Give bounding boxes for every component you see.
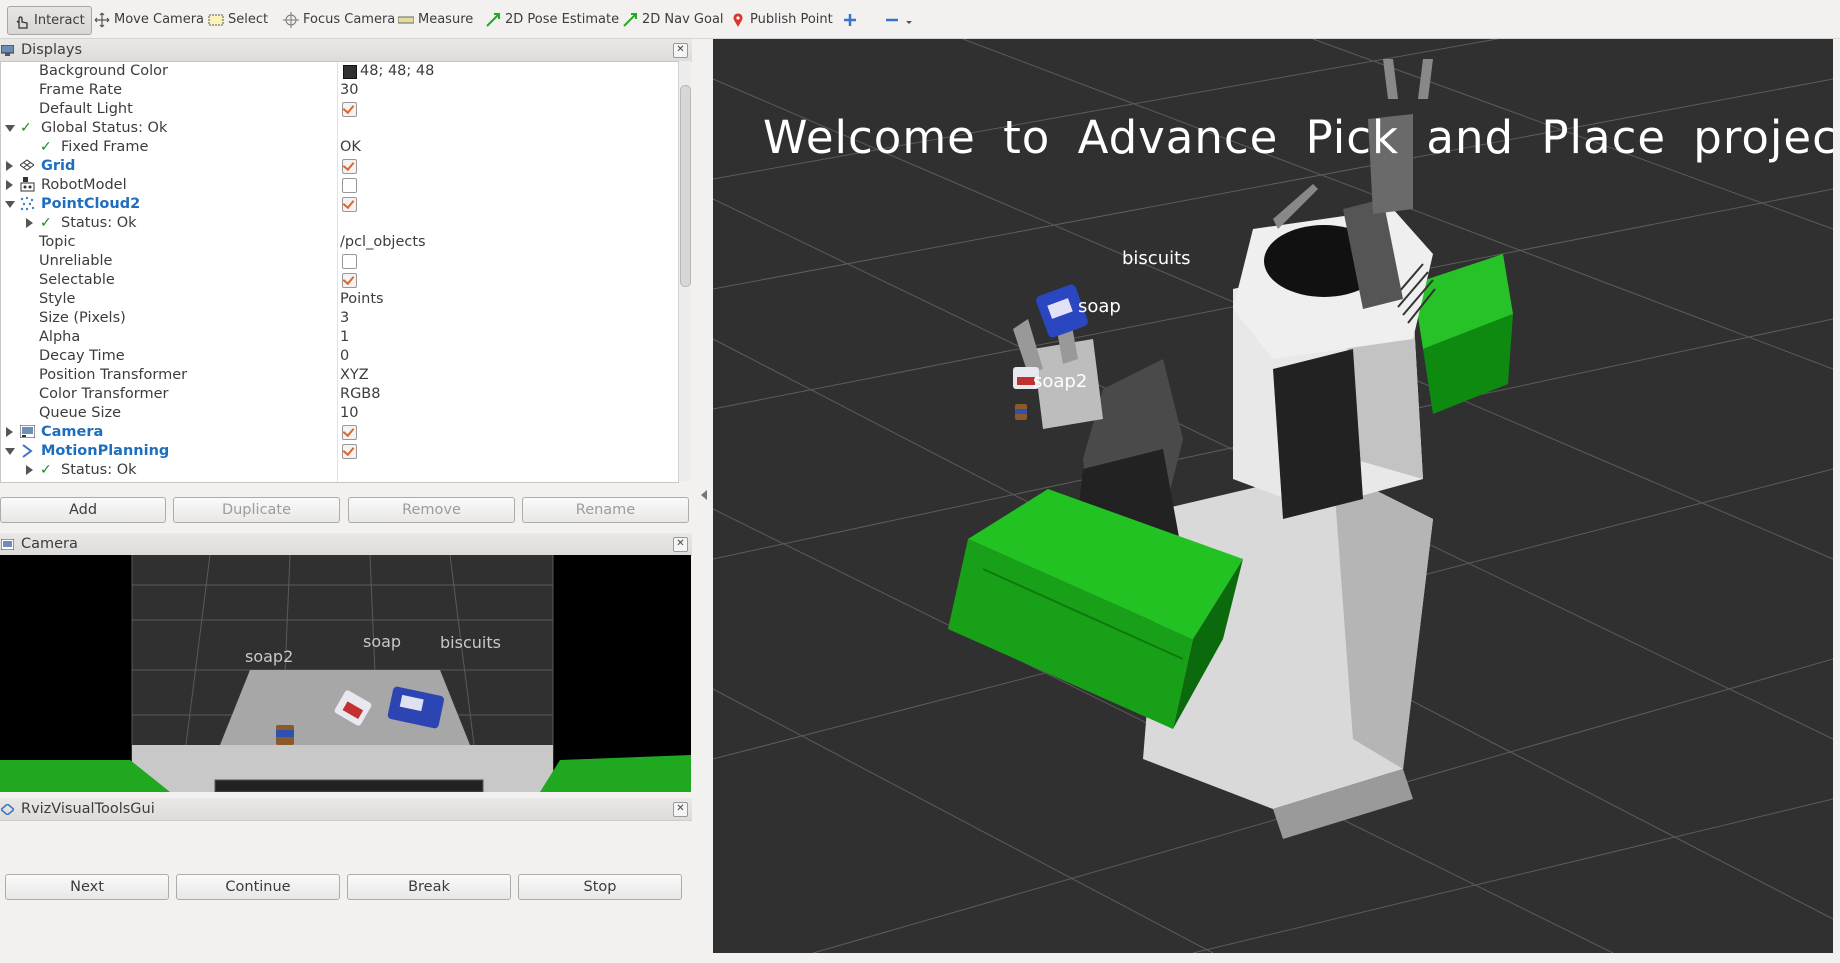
minus-dropdown-icon (884, 12, 914, 28)
select-box-icon (208, 12, 224, 28)
break-button[interactable]: Break (347, 874, 511, 900)
pointcloud2-checkbox[interactable] (342, 197, 357, 212)
tree-row[interactable]: ✓ Status: Ok (1, 214, 678, 233)
scroll-thumb[interactable] (680, 85, 691, 287)
tree-row[interactable]: Color Transformer RGB8 (1, 385, 678, 404)
expand-arrow-icon[interactable] (6, 180, 13, 190)
robot-icon (20, 177, 35, 196)
displays-scrollbar[interactable] (678, 61, 691, 481)
select-tool[interactable]: Select (208, 6, 268, 33)
tree-row[interactable]: RobotModel (1, 176, 678, 195)
expand-arrow-icon[interactable] (5, 201, 15, 208)
plus-icon (842, 12, 858, 28)
crosshair-icon (283, 11, 299, 28)
toolbar: Interact Move Camera Select Focus Camera… (0, 0, 1840, 39)
close-icon[interactable]: ✕ (673, 537, 688, 552)
monitor-icon (0, 44, 15, 56)
green-arrow-icon (622, 12, 638, 28)
grid-icon (19, 159, 35, 175)
tree-row[interactable]: Style Points (1, 290, 678, 309)
3d-viewport[interactable]: Welcome to Advance Pick and Place projec… (713, 39, 1833, 953)
tree-row[interactable]: Unreliable (1, 252, 678, 271)
camera-view[interactable]: soap2 soap biscuits (0, 555, 691, 792)
ruler-icon (397, 12, 415, 28)
viewport-scene (713, 39, 1833, 953)
measure-tool[interactable]: Measure (397, 6, 473, 33)
tree-row[interactable]: Position Transformer XYZ (1, 366, 678, 385)
close-icon[interactable]: ✕ (673, 43, 688, 58)
tree-row[interactable]: Background Color 48; 48; 48 (1, 62, 678, 81)
selectable-checkbox[interactable] (342, 273, 357, 288)
color-swatch[interactable] (343, 65, 357, 79)
stop-button[interactable]: Stop (518, 874, 682, 900)
diamond-icon (0, 803, 16, 816)
tree-row[interactable]: Decay Time 0 (1, 347, 678, 366)
check-icon: ✓ (20, 120, 32, 136)
unreliable-checkbox[interactable] (342, 254, 357, 269)
displays-panel-title: Displays ✕ (0, 39, 692, 62)
expand-arrow-icon[interactable] (5, 125, 15, 132)
nav-goal-tool[interactable]: 2D Nav Goal (622, 6, 724, 33)
remove-button[interactable]: Remove (348, 497, 515, 523)
continue-button[interactable]: Continue (176, 874, 340, 900)
focus-camera-tool[interactable]: Focus Camera (283, 6, 395, 33)
hand-pointer-icon (14, 13, 30, 29)
close-icon[interactable]: ✕ (673, 802, 688, 817)
tree-row[interactable]: Frame Rate 30 (1, 81, 678, 100)
tree-row[interactable]: Default Light (1, 100, 678, 119)
camera-icon (0, 538, 15, 551)
expand-arrow-icon[interactable] (26, 218, 33, 228)
expand-arrow-icon[interactable] (6, 161, 13, 171)
next-button[interactable]: Next (5, 874, 169, 900)
tree-row[interactable]: Size (Pixels) 3 (1, 309, 678, 328)
tree-row[interactable]: Alpha 1 (1, 328, 678, 347)
motion-planning-icon (21, 444, 33, 462)
tree-row[interactable]: ✓ Global Status: Ok (1, 119, 678, 138)
expand-arrow-icon[interactable] (5, 448, 15, 455)
check-icon: ✓ (40, 462, 52, 478)
interact-tool[interactable]: Interact (7, 6, 92, 35)
rename-button[interactable]: Rename (522, 497, 689, 523)
tree-row[interactable]: Camera (1, 423, 678, 442)
camera-panel-title: Camera ✕ (0, 533, 692, 556)
rviz-tools-panel-title: RvizVisualToolsGui ✕ (0, 798, 692, 821)
camera-icon (19, 424, 36, 442)
tree-row[interactable]: PointCloud2 (1, 195, 678, 214)
point-cloud-icon (20, 196, 35, 215)
camera-scene (0, 555, 691, 792)
welcome-banner: Welcome to Advance Pick and Place projec… (763, 111, 1833, 164)
expand-arrow-icon[interactable] (6, 427, 13, 437)
tree-row[interactable]: MotionPlanning (1, 442, 678, 461)
add-button[interactable]: Add (0, 497, 166, 523)
move-arrows-icon (94, 12, 110, 28)
add-tool-button[interactable] (842, 6, 862, 33)
tree-row[interactable]: Grid (1, 157, 678, 176)
duplicate-button[interactable]: Duplicate (173, 497, 340, 523)
green-arrow-icon (485, 12, 501, 28)
pose-estimate-tool[interactable]: 2D Pose Estimate (485, 6, 619, 33)
expand-arrow-icon[interactable] (26, 465, 33, 475)
tree-row[interactable]: Queue Size 10 (1, 404, 678, 423)
move-camera-tool[interactable]: Move Camera (94, 6, 204, 33)
map-pin-icon (730, 12, 746, 28)
check-icon: ✓ (40, 215, 52, 231)
tree-row[interactable]: ✓ Status: Ok (1, 461, 678, 480)
tree-row[interactable]: ✓ Fixed Frame OK (1, 138, 678, 157)
grid-checkbox[interactable] (342, 159, 357, 174)
camera-checkbox[interactable] (342, 425, 357, 440)
publish-point-tool[interactable]: Publish Point (730, 6, 833, 33)
tree-row[interactable]: Topic /pcl_objects (1, 233, 678, 252)
robotmodel-checkbox[interactable] (342, 178, 357, 193)
motionplanning-checkbox[interactable] (342, 444, 357, 459)
tree-row[interactable]: Selectable (1, 271, 678, 290)
check-icon: ✓ (40, 139, 52, 155)
default-light-checkbox[interactable] (342, 102, 357, 117)
displays-tree: Background Color 48; 48; 48 Frame Rate 3… (0, 61, 679, 483)
collapse-arrow-icon[interactable] (701, 490, 707, 500)
remove-tool-button[interactable] (884, 6, 918, 33)
